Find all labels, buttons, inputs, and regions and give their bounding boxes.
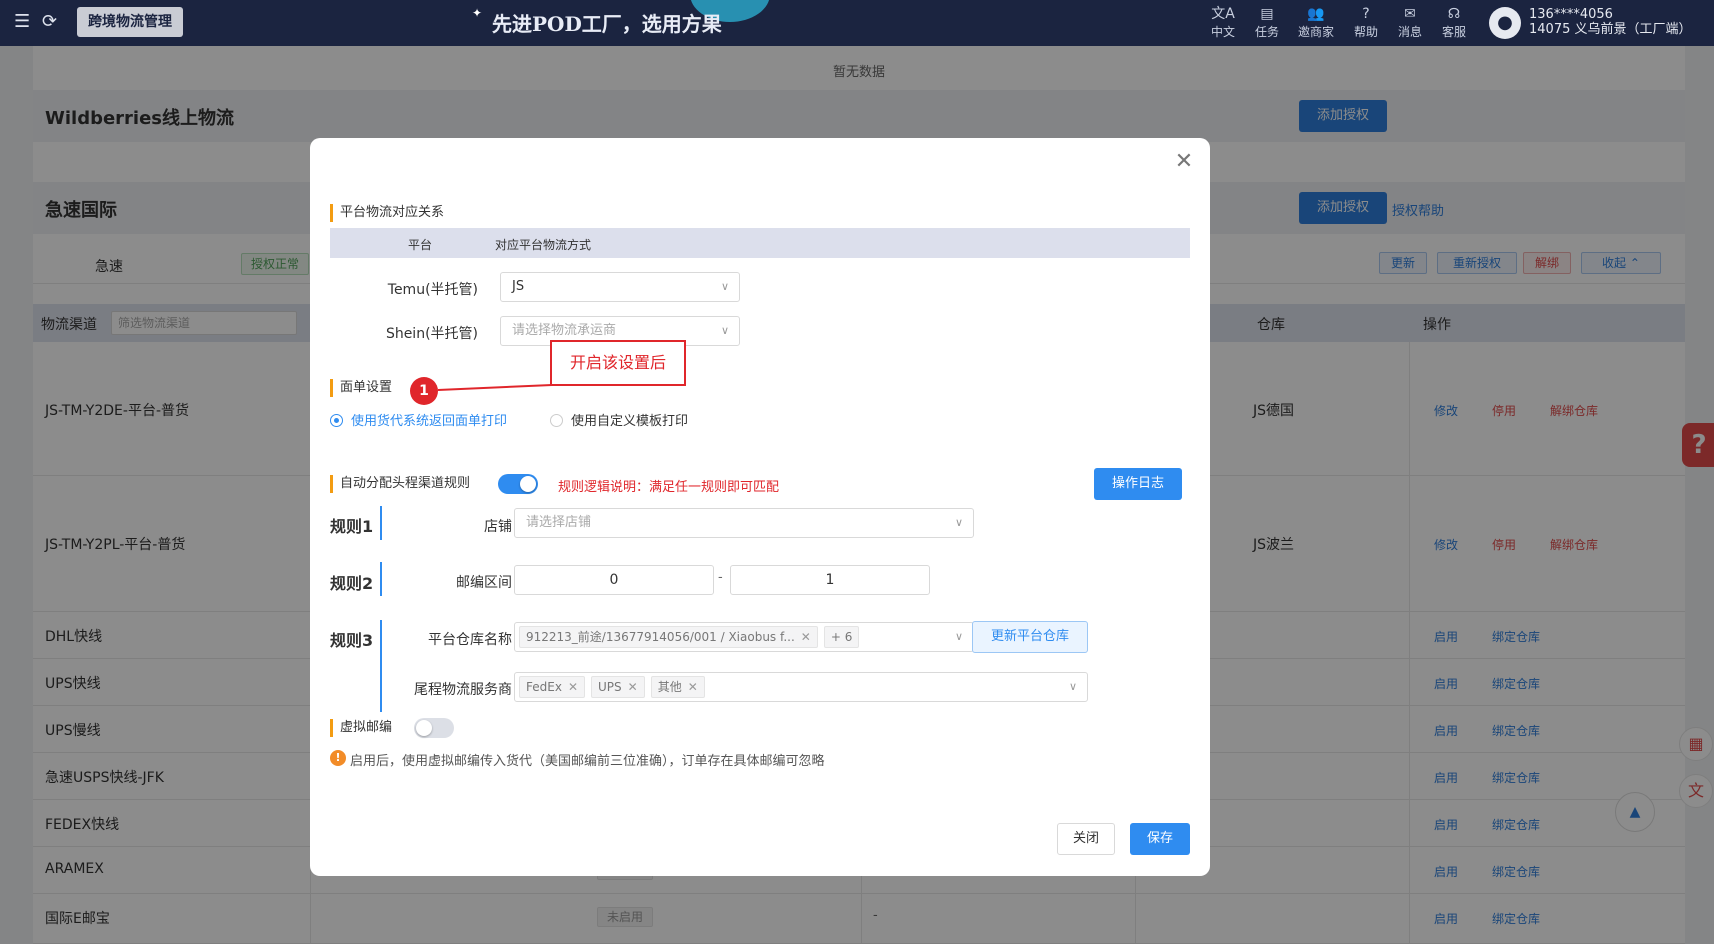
annotation-number: 1 — [410, 377, 438, 405]
annotation-layer — [437, 384, 553, 391]
annotation-callout: 开启该设置后 — [550, 340, 686, 386]
annotation-line — [437, 384, 553, 391]
